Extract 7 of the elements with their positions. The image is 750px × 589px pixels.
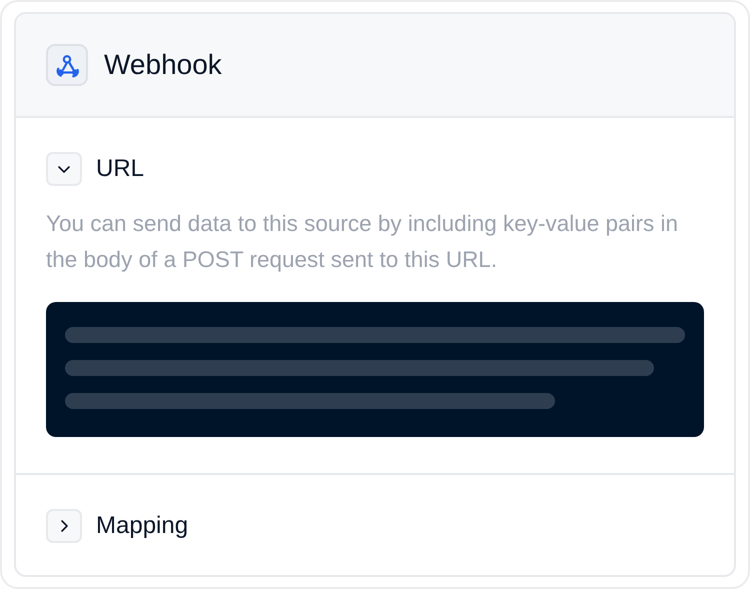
webhook-icon xyxy=(46,44,88,86)
chevron-button[interactable] xyxy=(46,509,82,543)
section-title[interactable]: Mapping xyxy=(96,512,188,540)
card-title: Webhook xyxy=(104,49,222,81)
section-description: You can send data to this source by including key-value pairs in the body of a POST request sent to this URL. xyxy=(46,210,680,274)
chevron-button[interactable] xyxy=(46,152,82,186)
section-title[interactable]: URL xyxy=(96,155,144,183)
